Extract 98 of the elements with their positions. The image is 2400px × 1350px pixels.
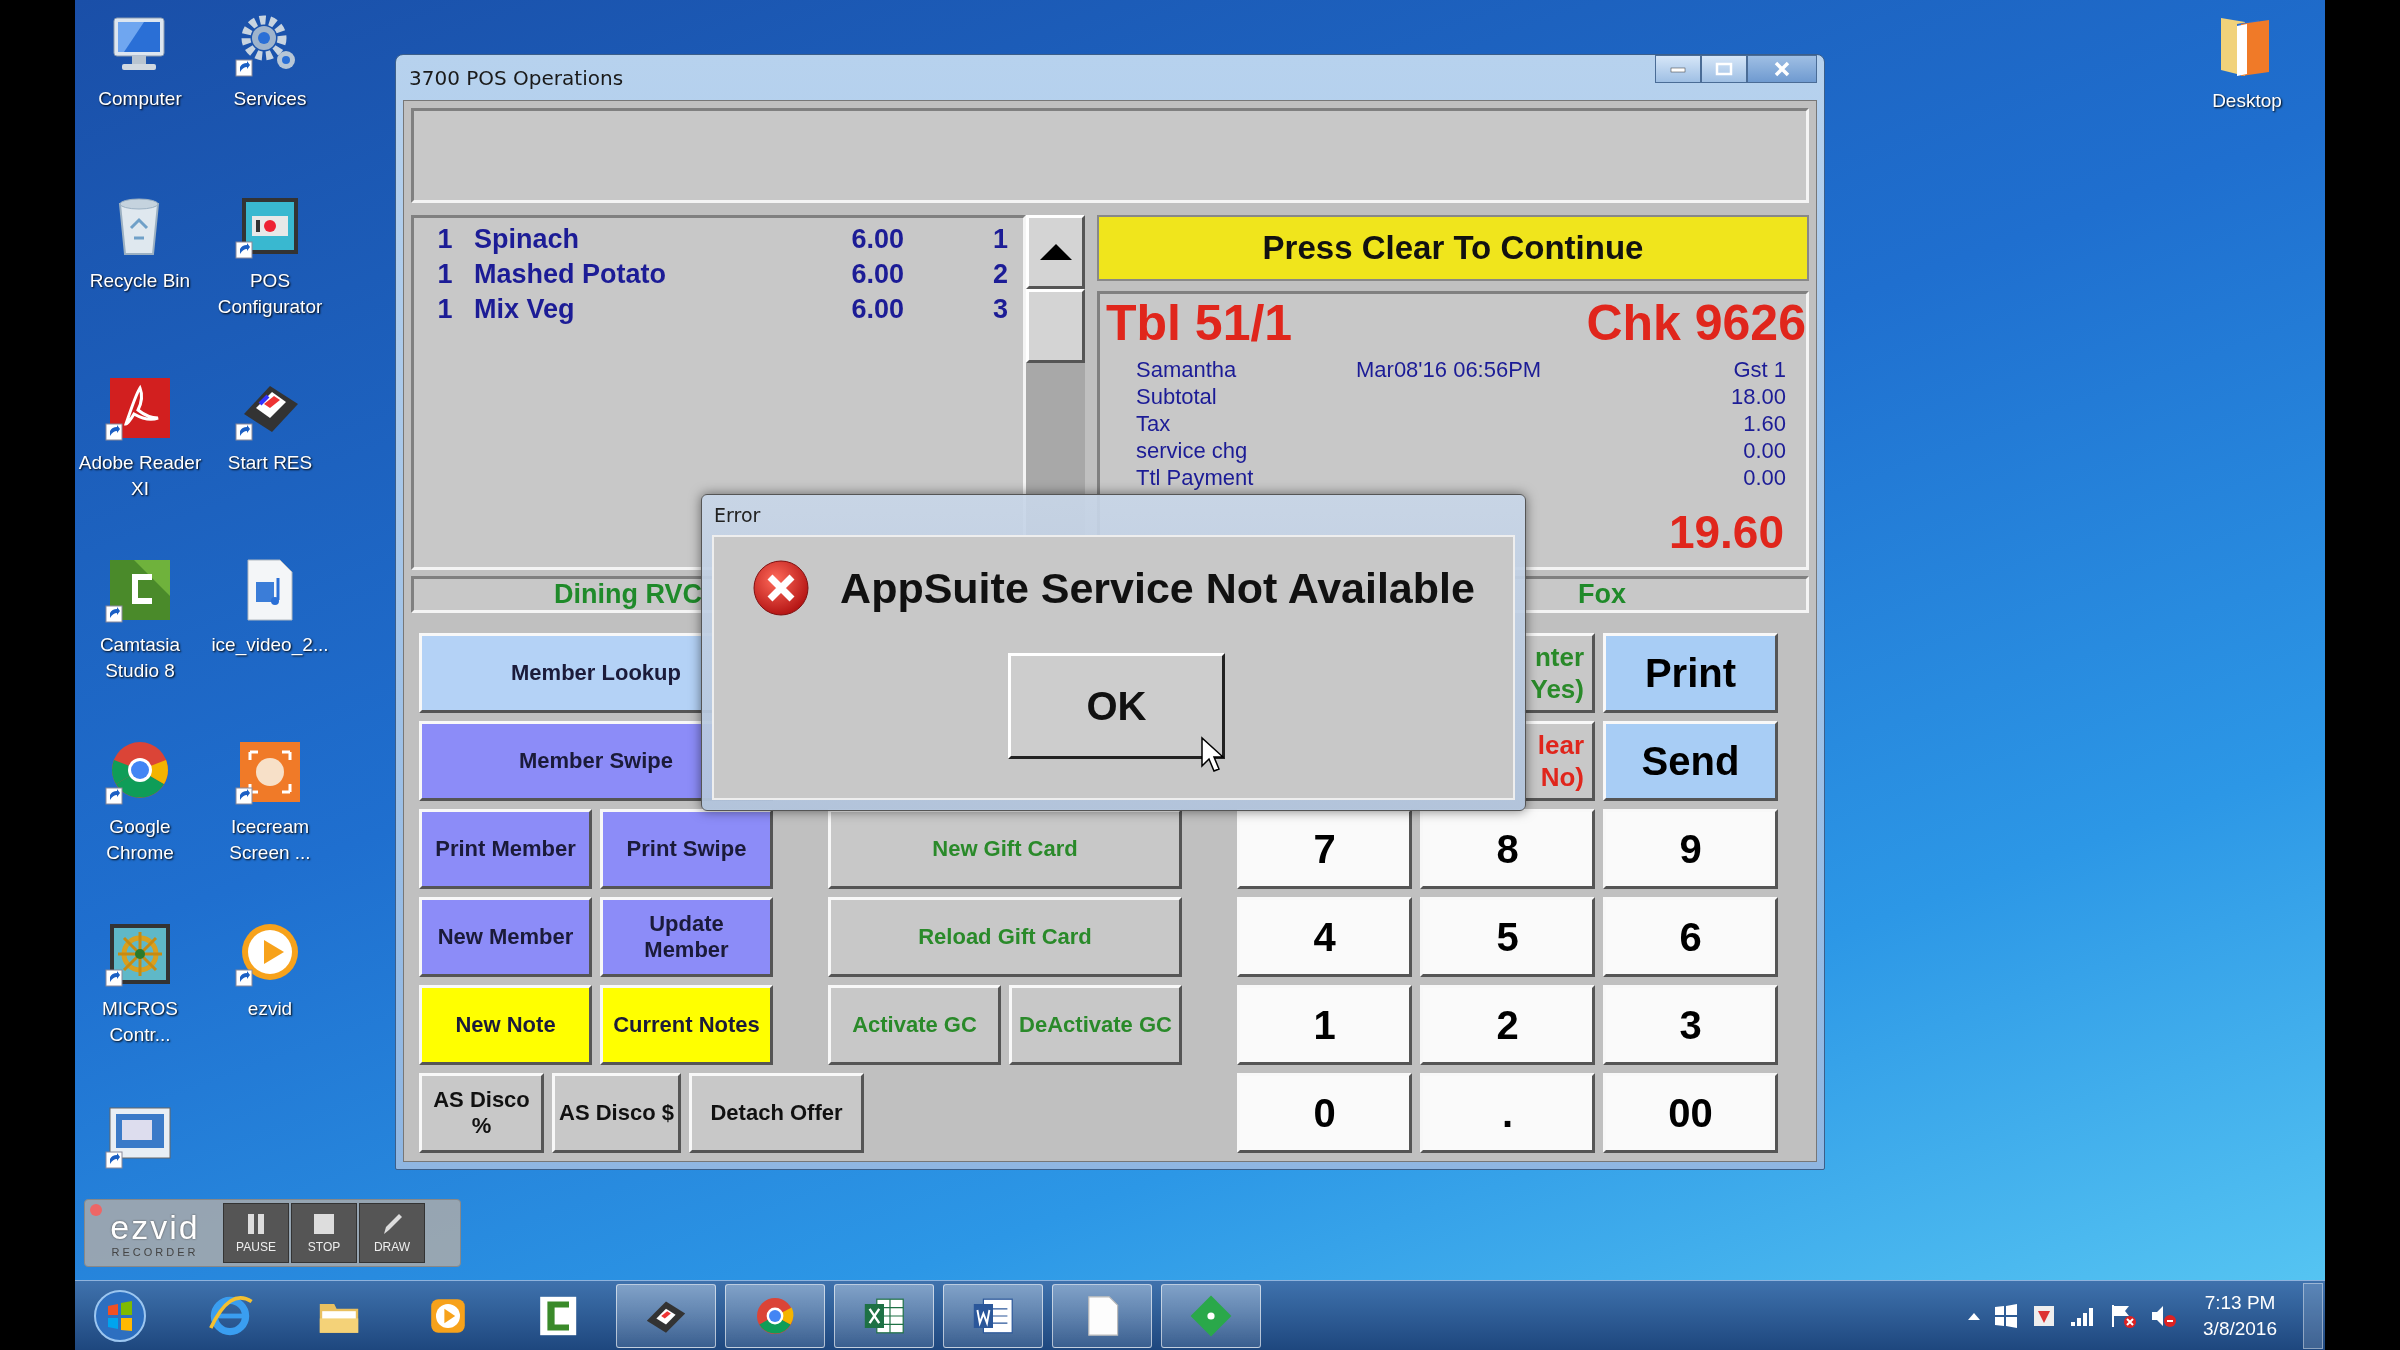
server-name: Samantha <box>1136 356 1238 383</box>
icon-label: Icecream Screen ... <box>228 815 312 865</box>
icon-label: Start RES <box>226 451 314 475</box>
keypad-key[interactable]: 6 <box>1603 897 1778 977</box>
recorder-button[interactable]: STOP <box>291 1203 357 1263</box>
keypad-key[interactable]: 0 <box>1237 1073 1412 1153</box>
taskbar-button[interactable] <box>1052 1283 1152 1348</box>
pos-button[interactable]: New Note <box>419 985 592 1065</box>
total-amount: 18.00 <box>1730 383 1786 410</box>
total-label: Tax <box>1136 410 1172 437</box>
icon-label: Desktop <box>2211 89 2283 113</box>
stop-icon <box>312 1212 336 1236</box>
taskbar-button[interactable] <box>943 1283 1043 1348</box>
pos-button[interactable]: AS Disco $ <box>552 1073 681 1153</box>
flag-icon[interactable] <box>2109 1302 2138 1329</box>
employee-name: Fox <box>1578 579 1626 610</box>
item-quantity: 1 <box>436 258 454 291</box>
seat-number: 2 <box>991 258 1008 291</box>
item-price: 6.00 <box>850 258 904 291</box>
check-time: Mar08'16 06:56PM <box>1356 356 1543 383</box>
total-amount: 0.00 <box>1742 437 1786 464</box>
item-price: 6.00 <box>850 293 904 326</box>
scroll-up-button[interactable] <box>1026 215 1085 289</box>
item-quantity: 1 <box>436 223 454 256</box>
total-label: Subtotal <box>1136 383 1218 410</box>
record-dot-icon <box>90 1204 102 1216</box>
check-number: Chk 9626 <box>1586 294 1806 352</box>
icon-label: Camtasia Studio 8 <box>98 633 182 683</box>
pointer-icon <box>1200 736 1224 774</box>
show-desktop-button[interactable] <box>2303 1282 2323 1349</box>
pos-button[interactable]: Print <box>1603 633 1778 713</box>
keypad-key[interactable]: 00 <box>1603 1073 1778 1153</box>
item-name: Mashed Potato <box>474 258 668 291</box>
prompt-banner: Press Clear To Continue <box>1097 215 1809 281</box>
icon-label: POS Configurator <box>216 269 324 319</box>
keypad-key[interactable]: 8 <box>1420 809 1595 889</box>
icon-label: ezvid <box>246 997 294 1021</box>
maximize-icon <box>1715 62 1733 76</box>
error-message: AppSuite Service Not Available <box>840 563 1475 613</box>
grand-total: 19.60 <box>1668 505 1785 559</box>
maximize-button[interactable] <box>1701 55 1747 83</box>
icon-label: ice_video_2... <box>210 633 330 658</box>
pos-button[interactable]: Current Notes <box>600 985 773 1065</box>
clock-time[interactable]: 7:13 PM <box>2204 1289 2276 1316</box>
revenue-center: Dining RVC <box>554 579 702 610</box>
taskbar-button[interactable] <box>1161 1283 1261 1348</box>
icon-label: Adobe Reader XI <box>78 451 202 501</box>
total-amount: 0.00 <box>1742 464 1786 491</box>
window-title: 3700 POS Operations <box>408 65 624 90</box>
keypad-key[interactable]: 1 <box>1237 985 1412 1065</box>
recorder-logo: ezvid <box>110 1208 200 1246</box>
pos-button[interactable]: Print Member <box>419 809 592 889</box>
keypad-key[interactable]: 9 <box>1603 809 1778 889</box>
taskbar-button[interactable] <box>725 1283 825 1348</box>
close-icon <box>1773 61 1791 77</box>
dialog-title: Error <box>713 503 762 528</box>
icon-label: MICROS Contr... <box>101 997 179 1047</box>
pos-button[interactable]: AS Disco % <box>419 1073 544 1153</box>
clock-date[interactable]: 3/8/2016 <box>2203 1315 2277 1342</box>
pos-button[interactable]: Detach Offer <box>689 1073 864 1153</box>
icon-label: Services <box>232 87 308 111</box>
guest-count: Gst 1 <box>1732 356 1786 383</box>
keypad-key[interactable]: 4 <box>1237 897 1412 977</box>
windows-flag-icon[interactable] <box>1993 1302 2020 1329</box>
icon-label: Computer <box>97 87 183 111</box>
taskbar-button[interactable] <box>616 1283 716 1348</box>
close-button[interactable] <box>1747 55 1817 83</box>
table-number: Tbl 51/1 <box>1106 294 1293 352</box>
item-quantity: 1 <box>436 293 454 326</box>
total-amount: 1.60 <box>1742 410 1786 437</box>
keypad-key[interactable]: 5 <box>1420 897 1595 977</box>
keypad-key[interactable]: 3 <box>1603 985 1778 1065</box>
keypad-key[interactable]: 2 <box>1420 985 1595 1065</box>
scroll-thumb[interactable] <box>1026 289 1085 363</box>
pause-icon <box>245 1212 267 1236</box>
error-icon <box>752 559 811 617</box>
seat-number: 1 <box>991 223 1008 256</box>
ok-button[interactable]: OK <box>1008 653 1225 759</box>
item-price: 6.00 <box>850 223 904 256</box>
pos-button[interactable]: Update Member <box>600 897 773 977</box>
keypad-key[interactable]: 7 <box>1237 809 1412 889</box>
pos-button[interactable]: Send <box>1603 721 1778 801</box>
recorder-button[interactable]: PAUSE <box>223 1203 289 1263</box>
pos-button[interactable]: Print Swipe <box>600 809 773 889</box>
pos-button[interactable]: New Member <box>419 897 592 977</box>
minimize-icon <box>1669 65 1687 73</box>
item-name: Spinach <box>474 223 581 256</box>
total-label: service chg <box>1136 437 1249 464</box>
recorder-subtitle: RECORDER <box>111 1246 199 1258</box>
seat-number: 3 <box>991 293 1008 326</box>
keypad-key[interactable]: . <box>1420 1073 1595 1153</box>
minimize-button[interactable] <box>1655 55 1701 83</box>
recorder-button[interactable]: DRAW <box>359 1203 425 1263</box>
icon-label: Recycle Bin <box>88 269 192 293</box>
total-label: Ttl Payment <box>1136 464 1255 491</box>
item-name: Mix Veg <box>474 293 576 326</box>
icon-label: Google Chrome <box>105 815 175 865</box>
taskbar-button[interactable] <box>834 1283 934 1348</box>
